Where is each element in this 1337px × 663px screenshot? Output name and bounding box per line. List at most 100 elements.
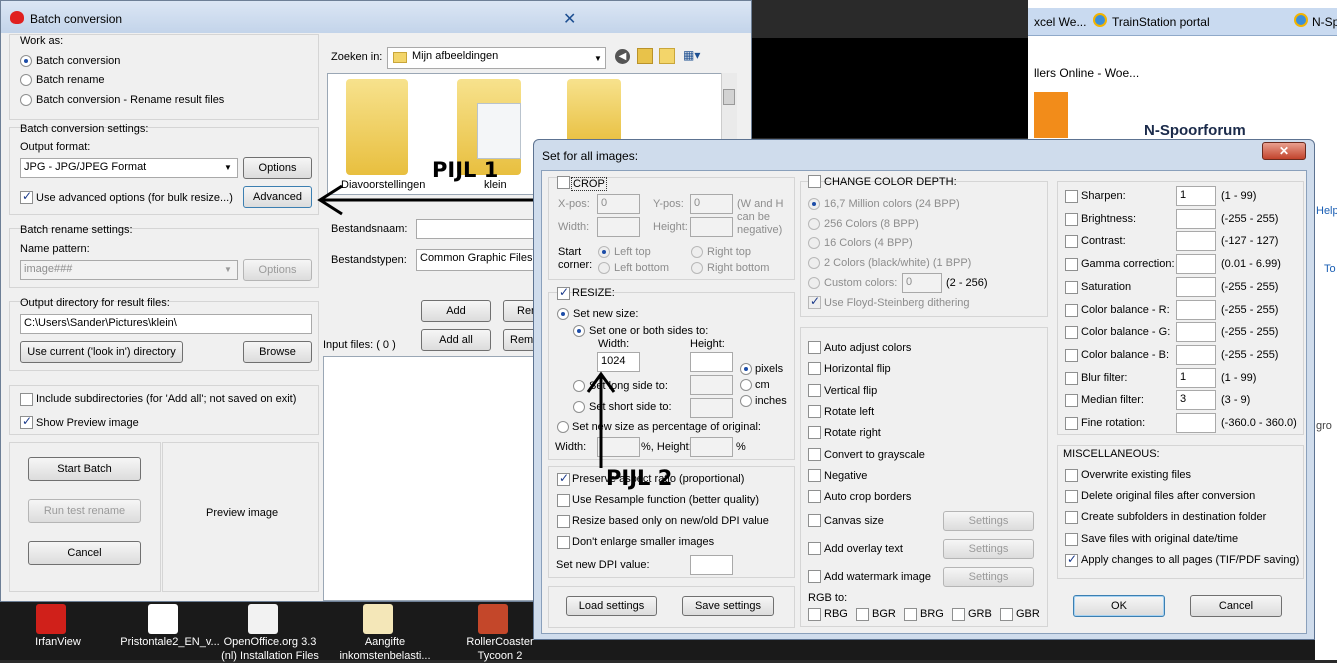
misc-checkbox[interactable] [1065,490,1078,504]
browser-help-link[interactable]: Help [1316,205,1337,217]
desktop-app-label[interactable]: OpenOffice.org 3.3 [210,636,330,649]
color-depth-checkbox[interactable] [808,175,821,188]
pct-height-input[interactable] [690,437,733,457]
filter-checkbox[interactable] [1065,394,1078,408]
inches-radio[interactable] [740,395,752,407]
crop-checkbox[interactable] [557,176,570,189]
include-subdirs-checkbox[interactable] [20,393,33,406]
effect-checkbox[interactable] [808,426,821,440]
filter-input[interactable] [1176,231,1216,252]
long-side-input[interactable] [690,375,733,395]
misc-checkbox[interactable] [1065,552,1078,567]
start-batch-button[interactable]: Start Batch [28,457,141,481]
overlay-text-checkbox[interactable] [808,542,821,555]
xpos-input[interactable]: 0 [597,194,640,214]
browser-tab-excel[interactable]: xcel We... [1034,15,1086,29]
view-menu-icon[interactable]: ▦▾ [683,48,709,64]
overlay-settings-button[interactable]: Settings [943,539,1034,559]
short-side-radio[interactable] [573,401,585,413]
desktop-app-icon[interactable] [478,604,508,634]
filter-checkbox[interactable] [1065,348,1078,362]
floyd-checkbox[interactable] [808,294,821,309]
effect-checkbox[interactable] [808,447,821,461]
canvas-size-checkbox[interactable] [808,514,821,527]
run-test-rename-button[interactable]: Run test rename [28,499,141,523]
pixels-radio[interactable] [740,363,752,375]
filter-input[interactable]: 1 [1176,367,1216,388]
filter-checkbox[interactable] [1065,258,1078,272]
misc-checkbox[interactable] [1065,511,1078,525]
crop-height-input[interactable] [690,217,733,237]
long-side-radio[interactable] [573,380,585,392]
back-icon[interactable]: ◀ [615,49,630,64]
depth-8-radio[interactable] [808,218,820,230]
input-files-list[interactable] [323,356,543,601]
advanced-button[interactable]: Advanced [243,186,312,208]
filter-input[interactable] [1176,299,1216,320]
rename-options-button[interactable]: Options [243,259,312,281]
rgb-checkbox[interactable] [856,608,869,621]
filter-input[interactable] [1176,254,1216,275]
resize-height-input[interactable] [690,352,733,372]
filter-checkbox[interactable] [1065,303,1078,317]
set-sides-radio[interactable] [573,325,585,337]
custom-colors-radio[interactable] [808,277,820,289]
ypos-input[interactable]: 0 [690,194,733,214]
dialog-cancel-button[interactable]: Cancel [1190,595,1282,617]
watermark-settings-button[interactable]: Settings [943,567,1034,587]
effect-checkbox[interactable] [808,341,821,354]
filter-input[interactable] [1176,208,1216,229]
right-bottom-radio[interactable] [691,262,703,274]
preserve-aspect-checkbox[interactable] [557,471,570,486]
desktop-app-icon[interactable] [363,604,393,634]
effect-checkbox[interactable] [808,468,821,482]
depth-24-radio[interactable] [808,198,820,210]
left-top-radio[interactable] [598,246,610,258]
no-enlarge-checkbox[interactable] [557,536,570,549]
short-side-input[interactable] [690,398,733,418]
filter-input[interactable] [1176,413,1216,433]
dpi-input[interactable] [690,555,733,575]
watermark-checkbox[interactable] [808,570,821,583]
resample-checkbox[interactable] [557,494,570,507]
filter-checkbox[interactable] [1065,212,1078,226]
browser-to-link[interactable]: To [1324,263,1336,275]
output-format-select[interactable]: JPG - JPG/JPEG Format [20,158,238,178]
right-top-radio[interactable] [691,246,703,258]
up-folder-icon[interactable] [637,48,653,64]
left-bottom-radio[interactable] [598,262,610,274]
dialog-close-icon[interactable]: ✕ [1262,142,1306,160]
output-dir-input[interactable]: C:\Users\Sander\Pictures\klein\ [20,314,312,334]
misc-checkbox[interactable] [1065,469,1078,482]
bestandsnaam-input[interactable] [416,219,541,239]
rgb-checkbox[interactable] [808,608,821,621]
percentage-radio[interactable] [557,421,569,433]
zoeken-select[interactable]: Mijn afbeeldingen [387,47,606,69]
add-all-button[interactable]: Add all [421,329,491,351]
rgb-checkbox[interactable] [952,608,965,621]
show-preview-checkbox[interactable] [20,414,33,429]
bestandstypen-select[interactable]: Common Graphic Files [416,249,541,271]
effect-checkbox[interactable] [808,362,821,376]
scroll-thumb[interactable] [723,89,735,105]
desktop-app-label[interactable]: IrfanView [0,636,118,649]
depth-4-radio[interactable] [808,237,820,249]
rgb-checkbox[interactable] [904,608,917,621]
mode-batch-rename-radio[interactable] [20,74,32,86]
depth-1-radio[interactable] [808,257,820,269]
options-button[interactable]: Options [243,157,312,179]
resize-checkbox[interactable] [557,285,570,300]
cancel-button[interactable]: Cancel [28,541,141,565]
name-pattern-input[interactable]: image### [20,260,238,280]
custom-colors-input[interactable]: 0 [902,273,942,293]
desktop-app-label[interactable]: Aangifte [325,636,445,649]
folder-icon[interactable] [346,79,408,175]
crop-width-input[interactable] [597,217,640,237]
filter-checkbox[interactable] [1065,326,1078,340]
filter-input[interactable]: 3 [1176,390,1216,411]
cm-radio[interactable] [740,379,752,391]
save-settings-button[interactable]: Save settings [682,596,774,616]
misc-checkbox[interactable] [1065,532,1078,546]
filter-checkbox[interactable] [1065,417,1078,430]
close-icon[interactable]: ✕ [563,9,585,28]
